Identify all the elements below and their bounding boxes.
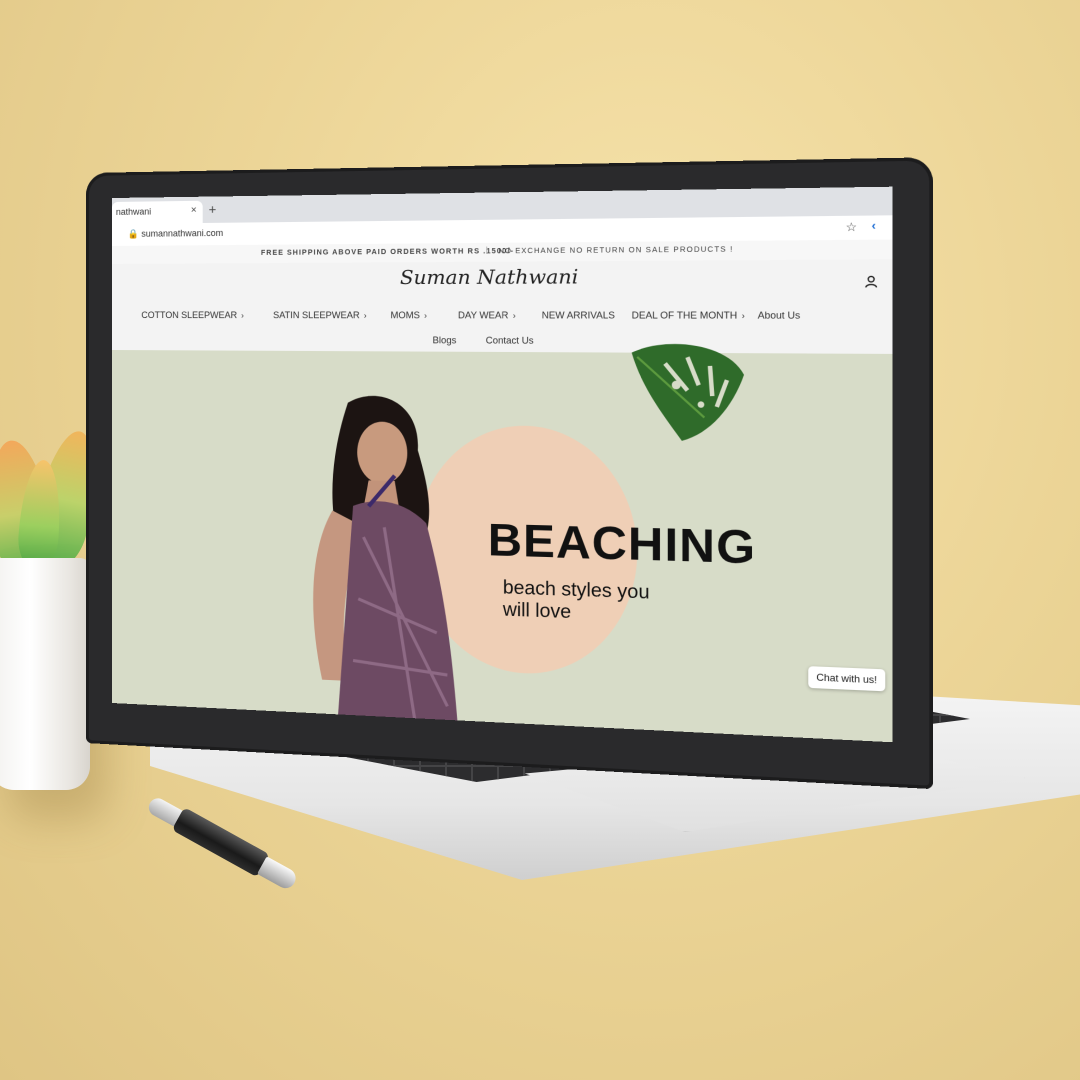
nav-new-arrivals[interactable]: NEW ARRIVALS (542, 310, 615, 321)
nav-blogs[interactable]: Blogs (433, 335, 457, 346)
scene: nathwani × + 🔒 sumannathwani.com ☆ ‹ FRE… (0, 0, 1080, 1080)
announcement-shipping: FREE SHIPPING ABOVE PAID ORDERS WORTH RS… (260, 247, 515, 257)
chevron-right-icon: › (741, 311, 745, 321)
monstera-leaf-image (631, 343, 745, 442)
chevron-right-icon: › (512, 311, 516, 321)
lock-icon: 🔒 (127, 228, 139, 239)
main-nav: COTTON SLEEPWEAR › SATIN SLEEPWEAR › MOMS ›… (112, 310, 892, 328)
pen (144, 792, 301, 895)
pen-tip (257, 856, 300, 892)
chevron-right-icon: › (363, 311, 367, 321)
nav-cotton-sleepwear[interactable]: COTTON SLEEPWEAR › (141, 310, 243, 320)
plant-pot (0, 558, 90, 790)
chevron-right-icon: › (424, 311, 427, 321)
announcement-separator: | (485, 247, 489, 255)
browser-tab[interactable]: nathwani × (112, 200, 203, 224)
url-text[interactable]: sumannathwani.com (141, 228, 223, 239)
chat-button[interactable]: Chat with us! (808, 666, 886, 692)
hero-subtitle: beach styles you will love (502, 576, 650, 623)
nav-contact-us[interactable]: Contact Us (486, 335, 534, 346)
nav-moms[interactable]: MOMS › (391, 310, 427, 320)
nav-deal-of-the-month[interactable]: DEAL OF THE MONTH › (632, 310, 745, 321)
pen-body (171, 807, 271, 878)
hero-title: BEACHING (487, 514, 757, 575)
user-icon[interactable] (864, 275, 878, 288)
close-tab-icon[interactable]: × (191, 205, 197, 216)
brand-logo[interactable]: Suman Nathwani (400, 265, 578, 289)
site-header: Suman Nathwani COTTON SLEEPWEAR › SATIN S… (112, 259, 893, 354)
model-photo (313, 395, 458, 728)
tab-title: nathwani (115, 206, 152, 217)
nav-day-wear[interactable]: DAY WEAR › (458, 310, 516, 321)
star-icon[interactable]: ☆ (846, 220, 858, 234)
laptop-screen: nathwani × + 🔒 sumannathwani.com ☆ ‹ FRE… (112, 186, 893, 743)
hero-banner[interactable]: BEACHING beach styles you will love Chat… (112, 343, 893, 743)
extension-icon[interactable]: ‹ (872, 220, 876, 233)
nav-satin-sleepwear[interactable]: SATIN SLEEPWEAR › (273, 310, 366, 320)
chevron-right-icon: › (241, 311, 244, 321)
announcement-returns: NO EXCHANGE NO RETURN ON SALE PRODUCTS ! (498, 246, 734, 256)
new-tab-button[interactable]: + (209, 202, 217, 217)
nav-about-us[interactable]: About Us (758, 310, 801, 321)
